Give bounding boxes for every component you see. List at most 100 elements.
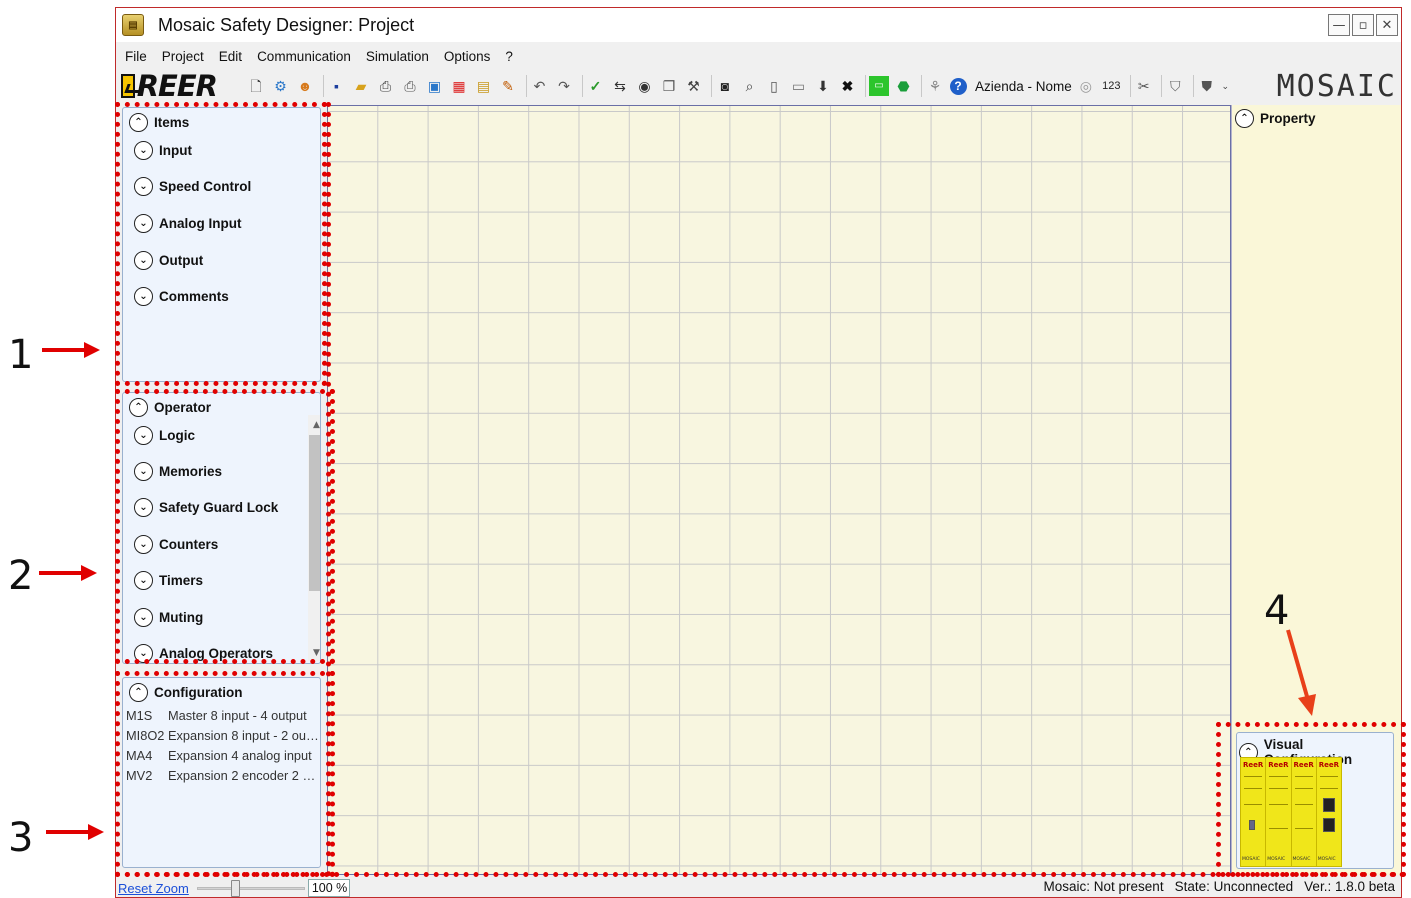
close-button[interactable]: ✕ bbox=[1376, 14, 1398, 36]
grid-icon[interactable]: ▦ bbox=[449, 76, 469, 96]
validate-icon[interactable]: ✓ bbox=[586, 76, 606, 96]
group-analog-operators[interactable]: ⌄ Analog Operators bbox=[134, 644, 273, 663]
toolbar: REER 🗋 ⚙ ☻ ▪ ▰ ⎙ ⎙ ▣ ▦ ▤ ✎ ↶ ↷ ✓ ⇆ ◉ ❐ ⚒… bbox=[116, 68, 1401, 104]
connection-state: State: Unconnected bbox=[1174, 879, 1294, 894]
configuration-header[interactable]: ⌃ Configuration bbox=[129, 683, 242, 702]
expand-icon: ⌄ bbox=[134, 608, 153, 627]
scroll-up-icon[interactable]: ▲ bbox=[308, 417, 320, 433]
counter-icon[interactable]: 123 bbox=[1100, 76, 1122, 96]
connect-pc-icon[interactable]: ▭ bbox=[789, 76, 809, 96]
window-title: Mosaic Safety Designer: Project bbox=[158, 14, 415, 35]
group-safety-guard-lock[interactable]: ⌄ Safety Guard Lock bbox=[134, 498, 278, 517]
print-icon[interactable]: ⎙ bbox=[376, 76, 396, 96]
toolbar-separator bbox=[921, 75, 922, 97]
zoom-slider[interactable] bbox=[196, 879, 305, 897]
group-memories[interactable]: ⌄ Memories bbox=[134, 462, 222, 481]
user-label[interactable]: Azienda - Nome bbox=[975, 79, 1072, 94]
tool-icon[interactable]: ⚒ bbox=[684, 76, 704, 96]
transfer-icon[interactable]: ⇆ bbox=[610, 76, 630, 96]
expand-icon: ⌄ bbox=[134, 644, 153, 663]
collapse-icon: ⌃ bbox=[1235, 109, 1254, 128]
app-icon: ▤ bbox=[122, 14, 144, 36]
redo-icon[interactable]: ↷ bbox=[554, 76, 574, 96]
design-canvas[interactable] bbox=[327, 105, 1231, 875]
report-icon[interactable]: ▣ bbox=[425, 76, 445, 96]
group-muting[interactable]: ⌄ Muting bbox=[134, 608, 203, 627]
download-icon[interactable]: ⬇ bbox=[813, 76, 833, 96]
group-comments[interactable]: ⌄ Comments bbox=[134, 287, 229, 306]
version-label: Ver.: 1.8.0 beta bbox=[1304, 879, 1395, 894]
expand-icon: ⌄ bbox=[134, 214, 153, 233]
plugin-icon[interactable]: ⛊ bbox=[1197, 76, 1217, 96]
zoom-slider-track bbox=[196, 887, 305, 890]
expand-icon: ⌄ bbox=[134, 251, 153, 270]
items-header[interactable]: ⌃ Items bbox=[129, 113, 189, 132]
group-speed-control[interactable]: ⌄ Speed Control bbox=[134, 177, 251, 196]
group-timers[interactable]: ⌄ Timers bbox=[134, 571, 203, 590]
menu-file[interactable]: File bbox=[125, 49, 147, 64]
scroll-down-icon[interactable]: ▼ bbox=[308, 645, 320, 661]
title-bar[interactable]: ▤ Mosaic Safety Designer: Project — ▫ ✕ bbox=[116, 8, 1401, 42]
expand-icon: ⌄ bbox=[134, 535, 153, 554]
minimize-button[interactable]: — bbox=[1328, 14, 1350, 36]
edit-icon[interactable]: ✎ bbox=[498, 76, 518, 96]
expand-icon: ⌄ bbox=[134, 141, 153, 160]
callout-1: 1 bbox=[8, 332, 34, 378]
maximize-button[interactable]: ▫ bbox=[1352, 14, 1374, 36]
clipboard-icon[interactable]: ▯ bbox=[764, 76, 784, 96]
group-input[interactable]: ⌄ Input bbox=[134, 141, 192, 160]
cd-icon[interactable]: ◎ bbox=[1076, 76, 1096, 96]
scrollbar-thumb[interactable] bbox=[309, 435, 320, 591]
menu-help[interactable]: ? bbox=[505, 49, 513, 64]
help-icon[interactable]: ? bbox=[949, 77, 967, 95]
menu-project[interactable]: Project bbox=[162, 49, 204, 64]
list-item[interactable]: MV2 Expansion 2 encoder 2 axis bbox=[126, 765, 322, 785]
bus-icon[interactable]: ▭ bbox=[869, 76, 889, 96]
operator-scrollbar[interactable]: ▲ ▼ bbox=[308, 415, 320, 661]
toolbar-separator bbox=[322, 75, 324, 97]
open-folder-icon[interactable]: ▰ bbox=[351, 76, 371, 96]
zoom-value[interactable]: 100 % bbox=[307, 879, 350, 897]
toolbar-separator bbox=[1192, 75, 1194, 97]
list-item[interactable]: MI8O2 Expansion 8 input - 2 out... bbox=[126, 725, 322, 745]
reset-zoom-link[interactable]: Reset Zoom bbox=[118, 881, 189, 896]
user-icon[interactable]: ☻ bbox=[295, 76, 315, 96]
group-output[interactable]: ⌄ Output bbox=[134, 251, 203, 270]
app-window: ▤ Mosaic Safety Designer: Project — ▫ ✕ … bbox=[115, 7, 1402, 898]
menu-options[interactable]: Options bbox=[444, 49, 491, 64]
settings-tools-icon[interactable]: ✂ bbox=[1134, 76, 1154, 96]
install-icon[interactable]: ⛉ bbox=[1165, 76, 1185, 96]
callout-3: 3 bbox=[8, 815, 34, 861]
list-item[interactable]: M1S Master 8 input - 4 output bbox=[126, 705, 322, 725]
toolbar-overflow-icon[interactable]: ⌄ bbox=[1221, 76, 1230, 96]
disconnect-tool-icon[interactable]: ⚘ bbox=[925, 76, 945, 96]
print-preview-icon[interactable]: ⎙ bbox=[400, 76, 420, 96]
group-logic[interactable]: ⌄ Logic bbox=[134, 426, 195, 445]
module-icon[interactable]: ⬣ bbox=[894, 76, 914, 96]
zoom-icon[interactable]: ⌕ bbox=[740, 76, 760, 96]
monitor-icon[interactable]: ◙ bbox=[715, 76, 735, 96]
menu-simulation[interactable]: Simulation bbox=[366, 49, 429, 64]
new-project-icon[interactable]: 🗋 bbox=[246, 76, 266, 96]
property-header[interactable]: ⌃ Property bbox=[1235, 109, 1316, 128]
undo-icon[interactable]: ↶ bbox=[530, 76, 550, 96]
menu-communication[interactable]: Communication bbox=[257, 49, 351, 64]
visual-configuration-image[interactable]: ReeR MOSAIC ReeR MOSAIC ReeR MOSAIC ReeR… bbox=[1240, 757, 1342, 867]
toolbar-separator bbox=[581, 75, 583, 97]
toolbar-separator bbox=[711, 75, 712, 97]
group-analog-input[interactable]: ⌄ Analog Input bbox=[134, 214, 241, 233]
compile-icon[interactable]: ◉ bbox=[635, 76, 655, 96]
expand-icon: ⌄ bbox=[134, 177, 153, 196]
save-icon[interactable]: ▪ bbox=[327, 76, 347, 96]
open-example-icon[interactable]: ⚙ bbox=[271, 76, 291, 96]
list-item[interactable]: MA4 Expansion 4 analog input bbox=[126, 745, 322, 765]
menu-edit[interactable]: Edit bbox=[219, 49, 242, 64]
copy-icon[interactable]: ❐ bbox=[659, 76, 679, 96]
operator-header[interactable]: ⌃ Operator bbox=[129, 398, 211, 417]
zoom-slider-knob[interactable] bbox=[230, 880, 240, 897]
group-counters[interactable]: ⌄ Counters bbox=[134, 535, 218, 554]
menu-bar: File Project Edit Communication Simulati… bbox=[116, 45, 1401, 67]
disconnect-icon[interactable]: ✖ bbox=[838, 76, 858, 96]
mosaic-status: Mosaic: Not present bbox=[1043, 879, 1164, 894]
notes-icon[interactable]: ▤ bbox=[474, 76, 494, 96]
